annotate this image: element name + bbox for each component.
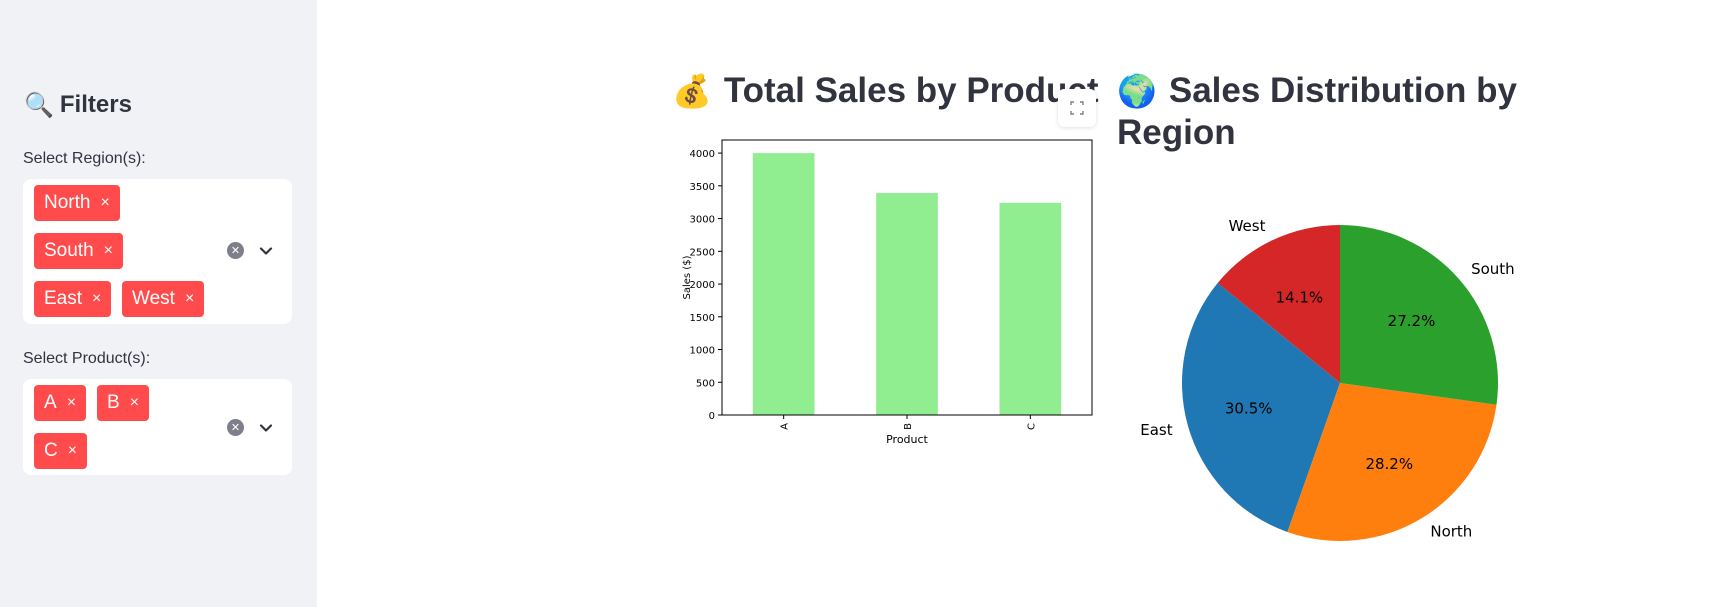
y-tick-label-4: 2000 (690, 280, 715, 291)
x-tick-label-B: B (903, 423, 914, 430)
filters-title-text: Filters (59, 91, 132, 118)
bar-C (999, 202, 1062, 415)
fullscreen-button[interactable] (1058, 89, 1096, 127)
y-tick-label-2: 1000 (690, 346, 715, 357)
bar-B (876, 193, 938, 415)
fullscreen-icon (1070, 101, 1084, 115)
close-icon[interactable]: × (67, 395, 76, 411)
chevron-down-icon[interactable] (258, 420, 274, 436)
pie-pct-west: 14.1% (1276, 288, 1324, 306)
chevron-down-icon[interactable] (258, 243, 274, 259)
y-axis-label: Sales ($) (682, 255, 693, 299)
region-label: Select Region(s): (23, 150, 146, 167)
region-chip-north[interactable]: North × (34, 185, 120, 221)
bar-chart: 0 500 1000 1500 2000 2500 3000 3500 4000 A B C Produ… (682, 139, 1093, 446)
close-icon[interactable]: × (68, 443, 77, 459)
region-chip-south[interactable]: South × (34, 233, 123, 269)
product-label: Select Product(s): (23, 350, 151, 367)
y-tick-label-3: 1500 (690, 313, 715, 324)
region-chip-east[interactable]: East × (34, 281, 112, 317)
pie-label-west: West (1229, 217, 1266, 235)
pie-chart-heading: 🌍 Sales Distribution by Region (1117, 71, 1517, 152)
close-icon[interactable]: × (104, 243, 113, 259)
close-icon[interactable]: × (92, 291, 101, 307)
close-icon[interactable]: × (100, 195, 109, 211)
product-multiselect[interactable]: A × B × C × ✕ (23, 379, 292, 475)
bar-A (752, 153, 815, 415)
bar-chart-heading: 💰 Total Sales by Product (672, 71, 1099, 110)
y-tick-label-8: 4000 (690, 149, 715, 160)
pie-pct-east: 30.5% (1225, 400, 1273, 418)
product-chip-a[interactable]: A × (34, 385, 87, 421)
y-tick-label-0: 0 (709, 411, 715, 422)
y-tick-label-6: 3000 (690, 215, 715, 226)
pie-label-south: South (1471, 260, 1515, 278)
pie-chart: 14.1% West 30.5% East 28.2% North 27.2% South (1140, 217, 1515, 541)
region-chip-west[interactable]: West × (122, 281, 205, 317)
product-chip-b[interactable]: B × (97, 385, 150, 421)
money-bag-icon: 💰 (672, 72, 712, 110)
clear-all-icon[interactable]: ✕ (227, 419, 244, 436)
close-icon[interactable]: × (130, 395, 139, 411)
filters-title: 🔍 Filters (24, 91, 132, 119)
x-tick-label-A: A (780, 423, 791, 430)
product-chip-c[interactable]: C × (34, 433, 88, 469)
globe-icon: 🌍 (1117, 72, 1157, 110)
x-tick-label-C: C (1026, 423, 1037, 430)
region-multiselect[interactable]: North × South × East × West × ✕ (23, 179, 292, 324)
close-icon[interactable]: × (185, 291, 194, 307)
pie-label-north: North (1430, 522, 1472, 540)
y-tick-label-5: 2500 (690, 247, 715, 258)
clear-all-icon[interactable]: ✕ (227, 242, 244, 259)
sidebar: 🔍 Filters Select Region(s): North × South… (0, 0, 317, 607)
y-tick-label-7: 3500 (690, 182, 715, 193)
y-tick-label-1: 500 (696, 378, 715, 389)
pie-label-east: East (1140, 421, 1172, 439)
pie-pct-south: 27.2% (1388, 312, 1436, 330)
magnifier-icon: 🔍 (24, 91, 54, 119)
x-axis-label: Product (886, 433, 928, 446)
pie-pct-north: 28.2% (1365, 455, 1413, 473)
